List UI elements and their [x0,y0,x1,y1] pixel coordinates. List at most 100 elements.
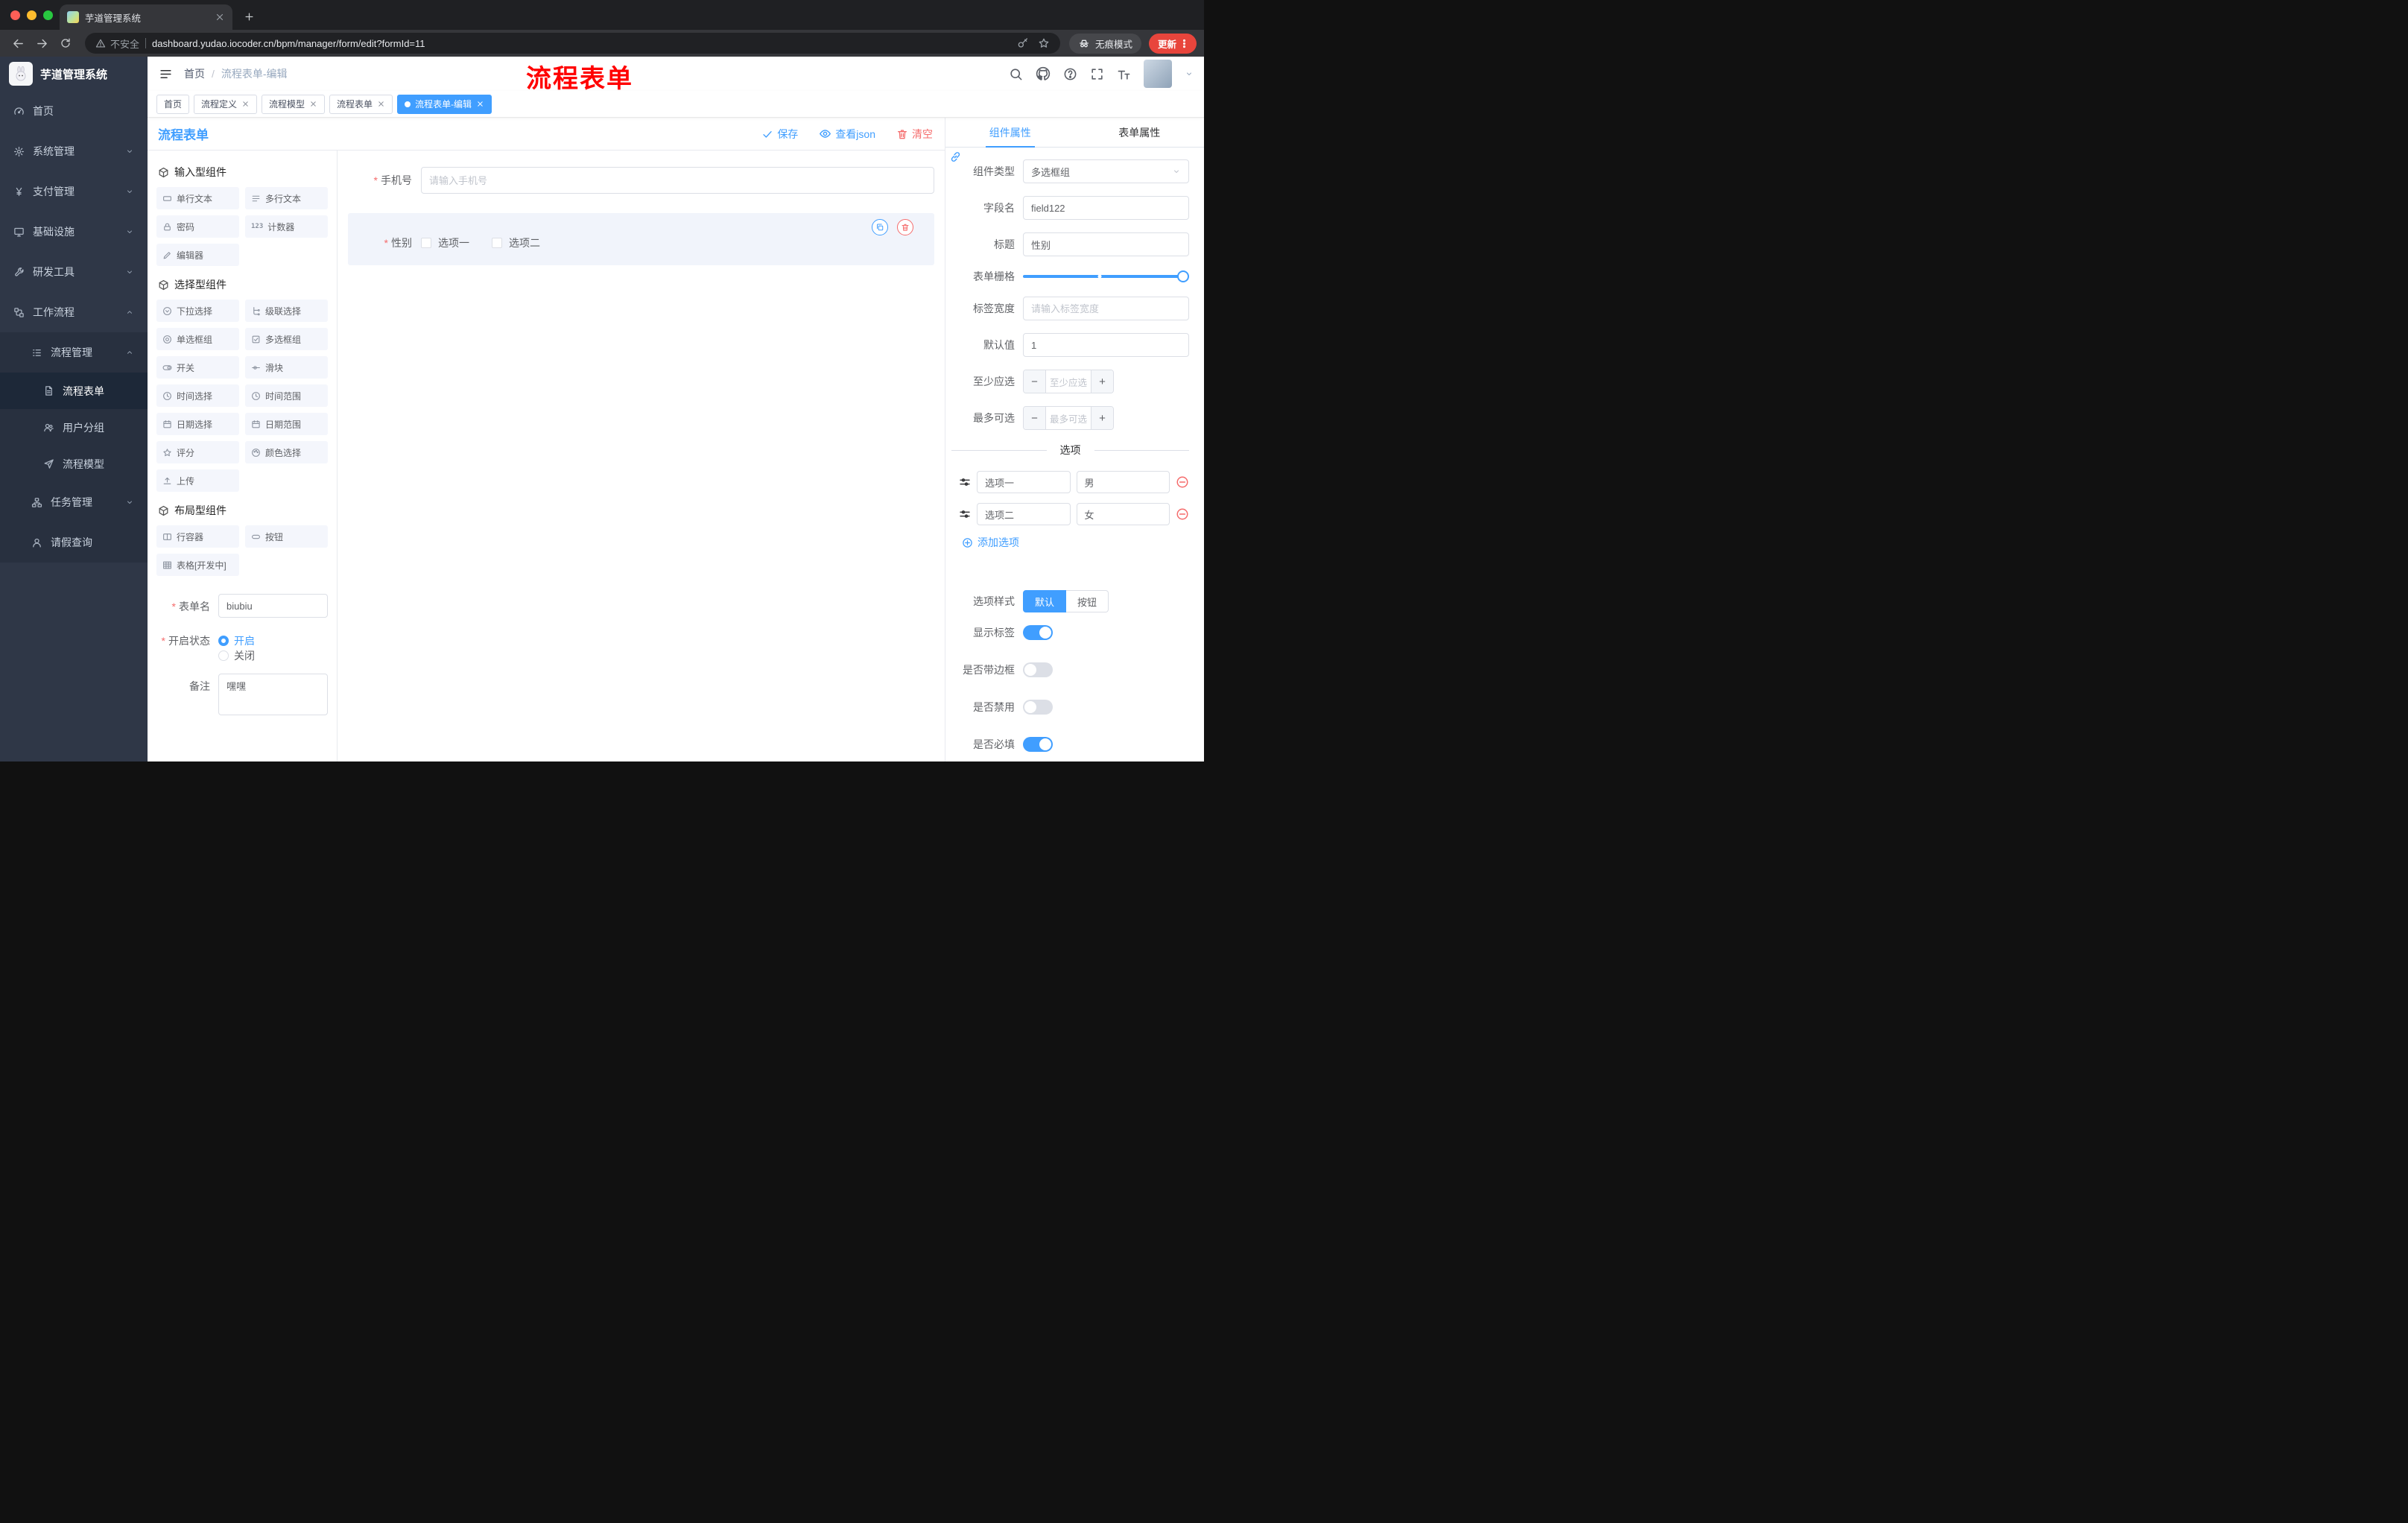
palette-item-checkbox-group[interactable]: 多选框组 [245,328,328,350]
palette-item-time-picker[interactable]: 时间选择 [156,384,239,407]
decrease-button[interactable]: − [1024,370,1046,393]
palette-item-upload[interactable]: 上传 [156,469,239,492]
font-size-icon[interactable] [1117,67,1131,81]
gender-option-1-checkbox[interactable]: 选项一 [421,235,469,250]
avatar[interactable] [1144,60,1172,88]
close-icon[interactable] [377,100,385,108]
sidebar-item-infrastructure[interactable]: 基础设施 [0,212,148,252]
required-switch[interactable] [1023,737,1053,752]
border-switch[interactable] [1023,662,1053,677]
style-button-button[interactable]: 按钮 [1066,590,1109,612]
palette-item-password[interactable]: 密码 [156,215,239,238]
browser-tab[interactable]: 芋道管理系统 [60,4,232,30]
window-zoom-button[interactable] [43,10,53,20]
window-minimize-button[interactable] [27,10,37,20]
palette-item-editor[interactable]: 编辑器 [156,244,239,266]
sidebar-item-process-mgmt[interactable]: 流程管理 [0,332,148,373]
sidebar-item-dev-tools[interactable]: 研发工具 [0,252,148,292]
label-width-input[interactable] [1023,297,1189,320]
palette-item-switch[interactable]: 开关 [156,356,239,379]
tag-process-form[interactable]: 流程表单 [329,94,393,114]
option-2-label-input[interactable] [977,503,1071,525]
copy-component-button[interactable] [872,219,888,235]
breadcrumb-home[interactable]: 首页 [184,66,205,81]
tab-form-props[interactable]: 表单属性 [1075,118,1205,147]
forward-button[interactable] [31,33,52,54]
style-default-button[interactable]: 默认 [1023,590,1067,612]
browser-update-button[interactable]: 更新 [1148,33,1197,54]
form-grid-slider[interactable] [1023,270,1189,282]
increase-button[interactable]: + [1091,407,1113,429]
sidebar-item-payment-mgmt[interactable]: 支付管理 [0,171,148,212]
sidebar-item-process-model[interactable]: 流程模型 [0,446,148,482]
option-1-label-input[interactable] [977,471,1071,493]
canvas-field-phone[interactable]: 手机号 [348,167,934,194]
phone-input[interactable] [421,167,934,194]
tab-close-icon[interactable] [215,12,225,22]
close-icon[interactable] [476,100,484,108]
remove-option-icon[interactable] [1176,507,1189,521]
window-close-button[interactable] [10,10,20,20]
gender-option-2-checkbox[interactable]: 选项二 [492,235,540,250]
form-name-input[interactable] [218,594,328,618]
github-icon[interactable] [1036,66,1051,81]
drag-handle-icon[interactable] [959,508,971,520]
menu-dots-icon[interactable] [1179,38,1190,49]
close-icon[interactable] [309,100,317,108]
slider-handle[interactable] [1177,270,1189,282]
palette-item-counter[interactable]: 123 计数器 [245,215,328,238]
add-option-button[interactable]: 添加选项 [962,535,1189,550]
drag-handle-icon[interactable] [959,476,971,488]
palette-item-time-range[interactable]: 时间范围 [245,384,328,407]
remove-option-icon[interactable] [1176,475,1189,489]
search-icon[interactable] [1009,67,1023,81]
palette-item-cascader[interactable]: 级联选择 [245,300,328,322]
palette-item-button[interactable]: 按钮 [245,525,328,548]
field-name-input[interactable] [1023,196,1189,220]
palette-item-radio-group[interactable]: 单选框组 [156,328,239,350]
component-type-select[interactable]: 多选框组 [1023,159,1189,183]
status-on-radio[interactable]: 开启 [218,633,255,648]
fullscreen-icon[interactable] [1090,67,1104,81]
palette-item-table[interactable]: 表格[开发中] [156,554,239,576]
tag-process-model[interactable]: 流程模型 [262,94,326,114]
close-icon[interactable] [241,100,250,108]
password-key-icon[interactable] [1017,37,1029,49]
sidebar-item-workflow[interactable]: 工作流程 [0,292,148,332]
link-icon[interactable] [949,151,962,163]
delete-component-button[interactable] [897,219,913,235]
form-remark-textarea[interactable]: 嘿嘿 [218,674,328,715]
canvas-field-gender-selected[interactable]: 性别 选项一 选项二 [348,213,934,265]
new-tab-button[interactable] [240,7,258,25]
tag-home[interactable]: 首页 [156,94,190,114]
avatar-caret-icon[interactable] [1185,69,1194,78]
increase-button[interactable]: + [1091,370,1113,393]
sidebar-item-system-mgmt[interactable]: 系统管理 [0,131,148,171]
palette-item-slider[interactable]: 滑块 [245,356,328,379]
default-value-input[interactable] [1023,333,1189,357]
view-json-button[interactable]: 查看json [819,127,875,142]
sidebar-item-process-form[interactable]: 流程表单 [0,373,148,409]
max-select-value[interactable]: 最多可选 [1046,407,1091,429]
help-icon[interactable] [1063,67,1077,81]
palette-item-single-line-text[interactable]: 单行文本 [156,187,239,209]
palette-item-multi-line-text[interactable]: 多行文本 [245,187,328,209]
palette-item-color-picker[interactable]: 颜色选择 [245,441,328,463]
address-bar[interactable]: 不安全 dashboard.yudao.iocoder.cn/bpm/manag… [85,33,1060,54]
decrease-button[interactable]: − [1024,407,1046,429]
back-button[interactable] [7,33,28,54]
tab-component-props[interactable]: 组件属性 [945,118,1075,147]
security-chip[interactable]: 不安全 [95,37,139,51]
clear-button[interactable]: 清空 [896,127,933,142]
min-select-value[interactable]: 至少应选 [1046,370,1091,393]
show-label-switch[interactable] [1023,625,1053,640]
disabled-switch[interactable] [1023,700,1053,715]
option-1-value-input[interactable] [1076,471,1170,493]
palette-item-date-picker[interactable]: 日期选择 [156,413,239,435]
sidebar-item-user-group[interactable]: 用户分组 [0,409,148,446]
save-button[interactable]: 保存 [761,127,798,142]
palette-item-date-range[interactable]: 日期范围 [245,413,328,435]
sidebar-item-task-mgmt[interactable]: 任务管理 [0,482,148,522]
option-2-value-input[interactable] [1076,503,1170,525]
bookmark-star-icon[interactable] [1038,37,1050,49]
